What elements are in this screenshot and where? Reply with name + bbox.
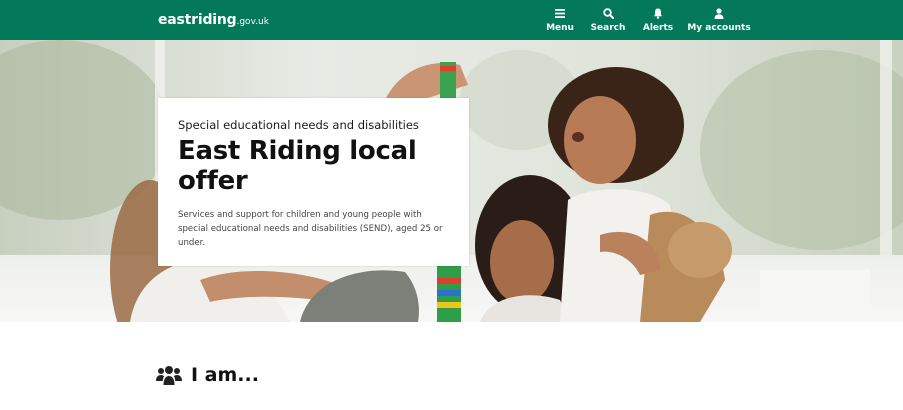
my-accounts-button[interactable]: My accounts xyxy=(687,0,751,40)
search-label: Search xyxy=(590,22,626,33)
bell-icon xyxy=(653,8,663,20)
hero-card: Special educational needs and disabiliti… xyxy=(158,98,469,266)
hamburger-icon xyxy=(555,8,565,20)
site-logo[interactable]: eastriding.gov.uk xyxy=(158,11,269,29)
alerts-button[interactable]: Alerts xyxy=(642,0,674,40)
menu-button[interactable]: Menu xyxy=(546,0,574,40)
logo-main-text: eastriding xyxy=(158,12,237,28)
hero-banner: Special educational needs and disabiliti… xyxy=(0,40,903,322)
section-title: I am... xyxy=(191,364,259,386)
logo-suffix-text: .gov.uk xyxy=(236,17,269,27)
alerts-label: Alerts xyxy=(642,22,674,33)
page-title: East Riding local offer xyxy=(178,136,417,196)
hero-kicker: Special educational needs and disabiliti… xyxy=(178,118,419,132)
user-icon xyxy=(714,8,724,20)
hero-description: Services and support for children and yo… xyxy=(178,210,443,248)
users-icon xyxy=(156,365,182,385)
menu-label: Menu xyxy=(546,22,574,33)
search-icon xyxy=(602,8,614,20)
my-accounts-label: My accounts xyxy=(687,22,751,33)
search-button[interactable]: Search xyxy=(590,0,626,40)
site-header: eastriding.gov.uk Menu Search Alerts My … xyxy=(0,0,903,40)
i-am-section-heading: I am... xyxy=(156,364,259,386)
